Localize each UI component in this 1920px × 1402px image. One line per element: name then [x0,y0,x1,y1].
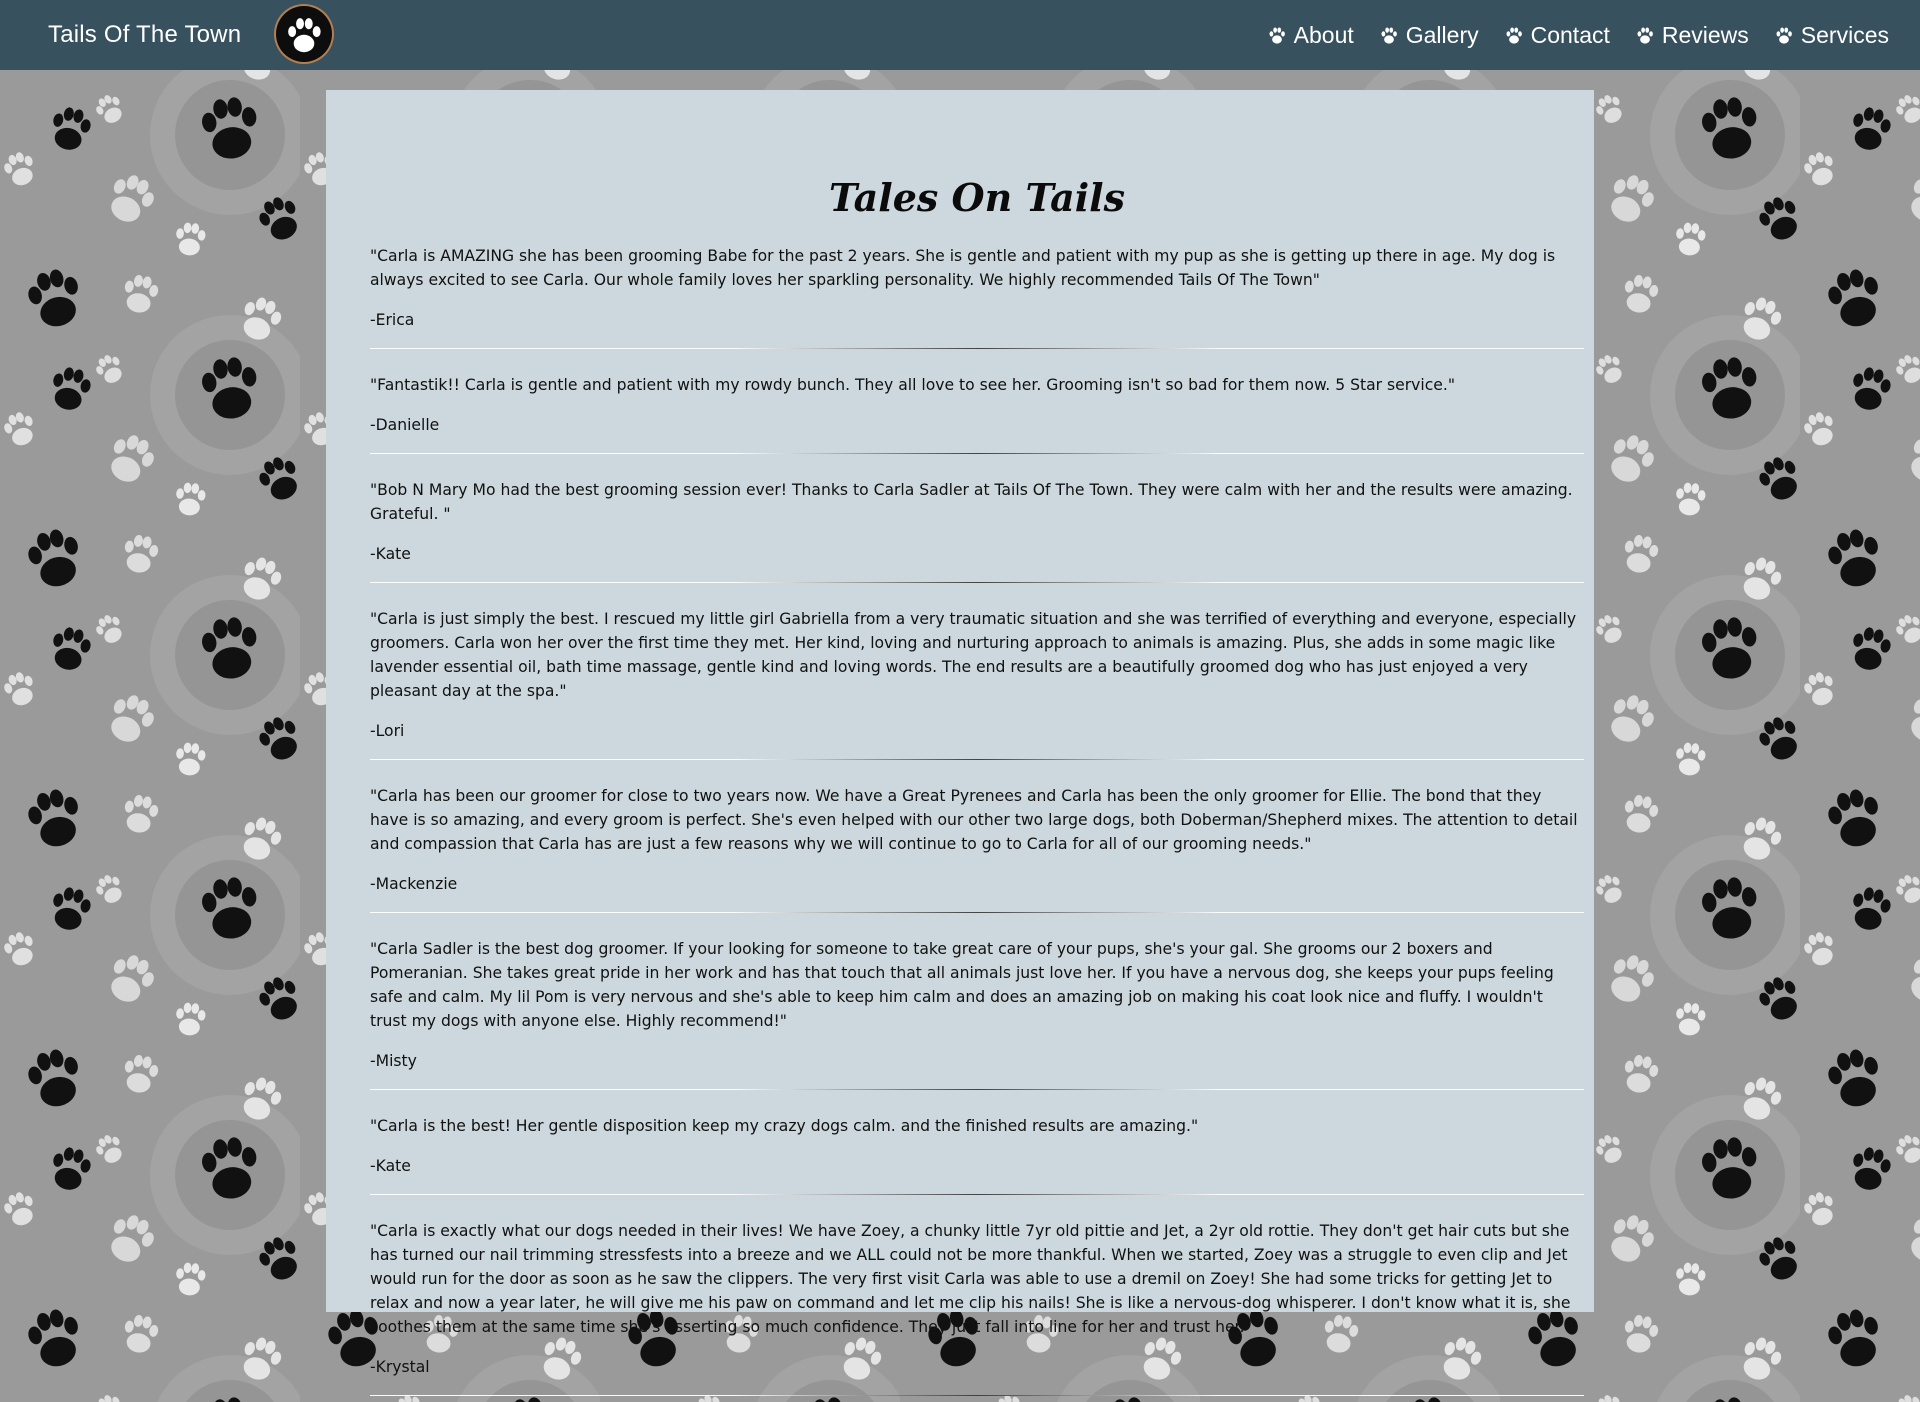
review-divider [370,1194,1584,1195]
review-divider [370,912,1584,913]
page-title: Tales On Tails [829,175,1125,221]
reviews-list: "Carla is AMAZING she has been grooming … [370,244,1584,1402]
nav-gallery[interactable]: Gallery [1380,19,1479,51]
review-item: "Carla is the best! Her gentle dispositi… [370,1114,1584,1195]
brand-link[interactable]: Tails Of The Town [48,19,241,51]
review-author: -Mackenzie [370,875,458,893]
review-item: "Carla is AMAZING she has been grooming … [370,244,1584,349]
review-item: "Carla is exactly what our dogs needed i… [370,1219,1584,1396]
nav-services-label: Services [1800,22,1889,48]
paw-icon [288,18,321,53]
nav-about[interactable]: About [1268,19,1354,51]
logo[interactable] [276,6,332,62]
review-author: -Krystal [370,1358,430,1376]
review-text: "Carla has been our groomer for close to… [370,787,1578,853]
paw-icon [1381,27,1397,44]
review-text: "Carla is the best! Her gentle dispositi… [370,1117,1199,1135]
review-author: -Danielle [370,416,440,434]
review-author: -Misty [370,1052,417,1070]
nav-reviews-label: Reviews [1661,22,1749,48]
review-item: "Fantastik!! Carla is gentle and patient… [370,373,1584,454]
paw-icon [1506,27,1522,44]
review-author: -Kate [370,545,411,563]
paw-icon [1637,27,1653,44]
review-divider [370,1395,1584,1396]
review-text: "Carla is AMAZING she has been grooming … [370,247,1556,289]
paw-icon [1269,27,1285,44]
paw-icon [1776,27,1792,44]
nav-services[interactable]: Services [1775,19,1889,51]
main-nav: About Gallery Contact Reviews Services [1268,19,1889,51]
review-divider [370,453,1584,454]
review-item: "Carla has been our groomer for close to… [370,784,1584,913]
review-item: "Bob N Mary Mo had the best grooming ses… [370,478,1584,583]
top-navbar: Tails Of The Town About Gallery Contact … [0,0,1920,70]
review-author: -Erica [370,311,415,329]
review-author: -Lori [370,722,405,740]
review-text: "Bob N Mary Mo had the best grooming ses… [370,481,1573,523]
review-item: "Carla Sadler is the best dog groomer. I… [370,937,1584,1090]
review-text: "Carla is just simply the best. I rescue… [370,610,1577,700]
review-divider [370,759,1584,760]
nav-contact[interactable]: Contact [1505,19,1610,51]
nav-about-label: About [1293,22,1354,48]
review-divider [370,582,1584,583]
nav-gallery-label: Gallery [1405,22,1479,48]
review-item: "Carla is just simply the best. I rescue… [370,607,1584,760]
review-text: "Fantastik!! Carla is gentle and patient… [370,376,1455,394]
review-text: "Carla is exactly what our dogs needed i… [370,1222,1571,1336]
review-text: "Carla Sadler is the best dog groomer. I… [370,940,1554,1030]
review-divider [370,348,1584,349]
nav-contact-label: Contact [1530,22,1610,48]
nav-reviews[interactable]: Reviews [1636,19,1749,51]
review-author: -Kate [370,1157,411,1175]
review-divider [370,1089,1584,1090]
